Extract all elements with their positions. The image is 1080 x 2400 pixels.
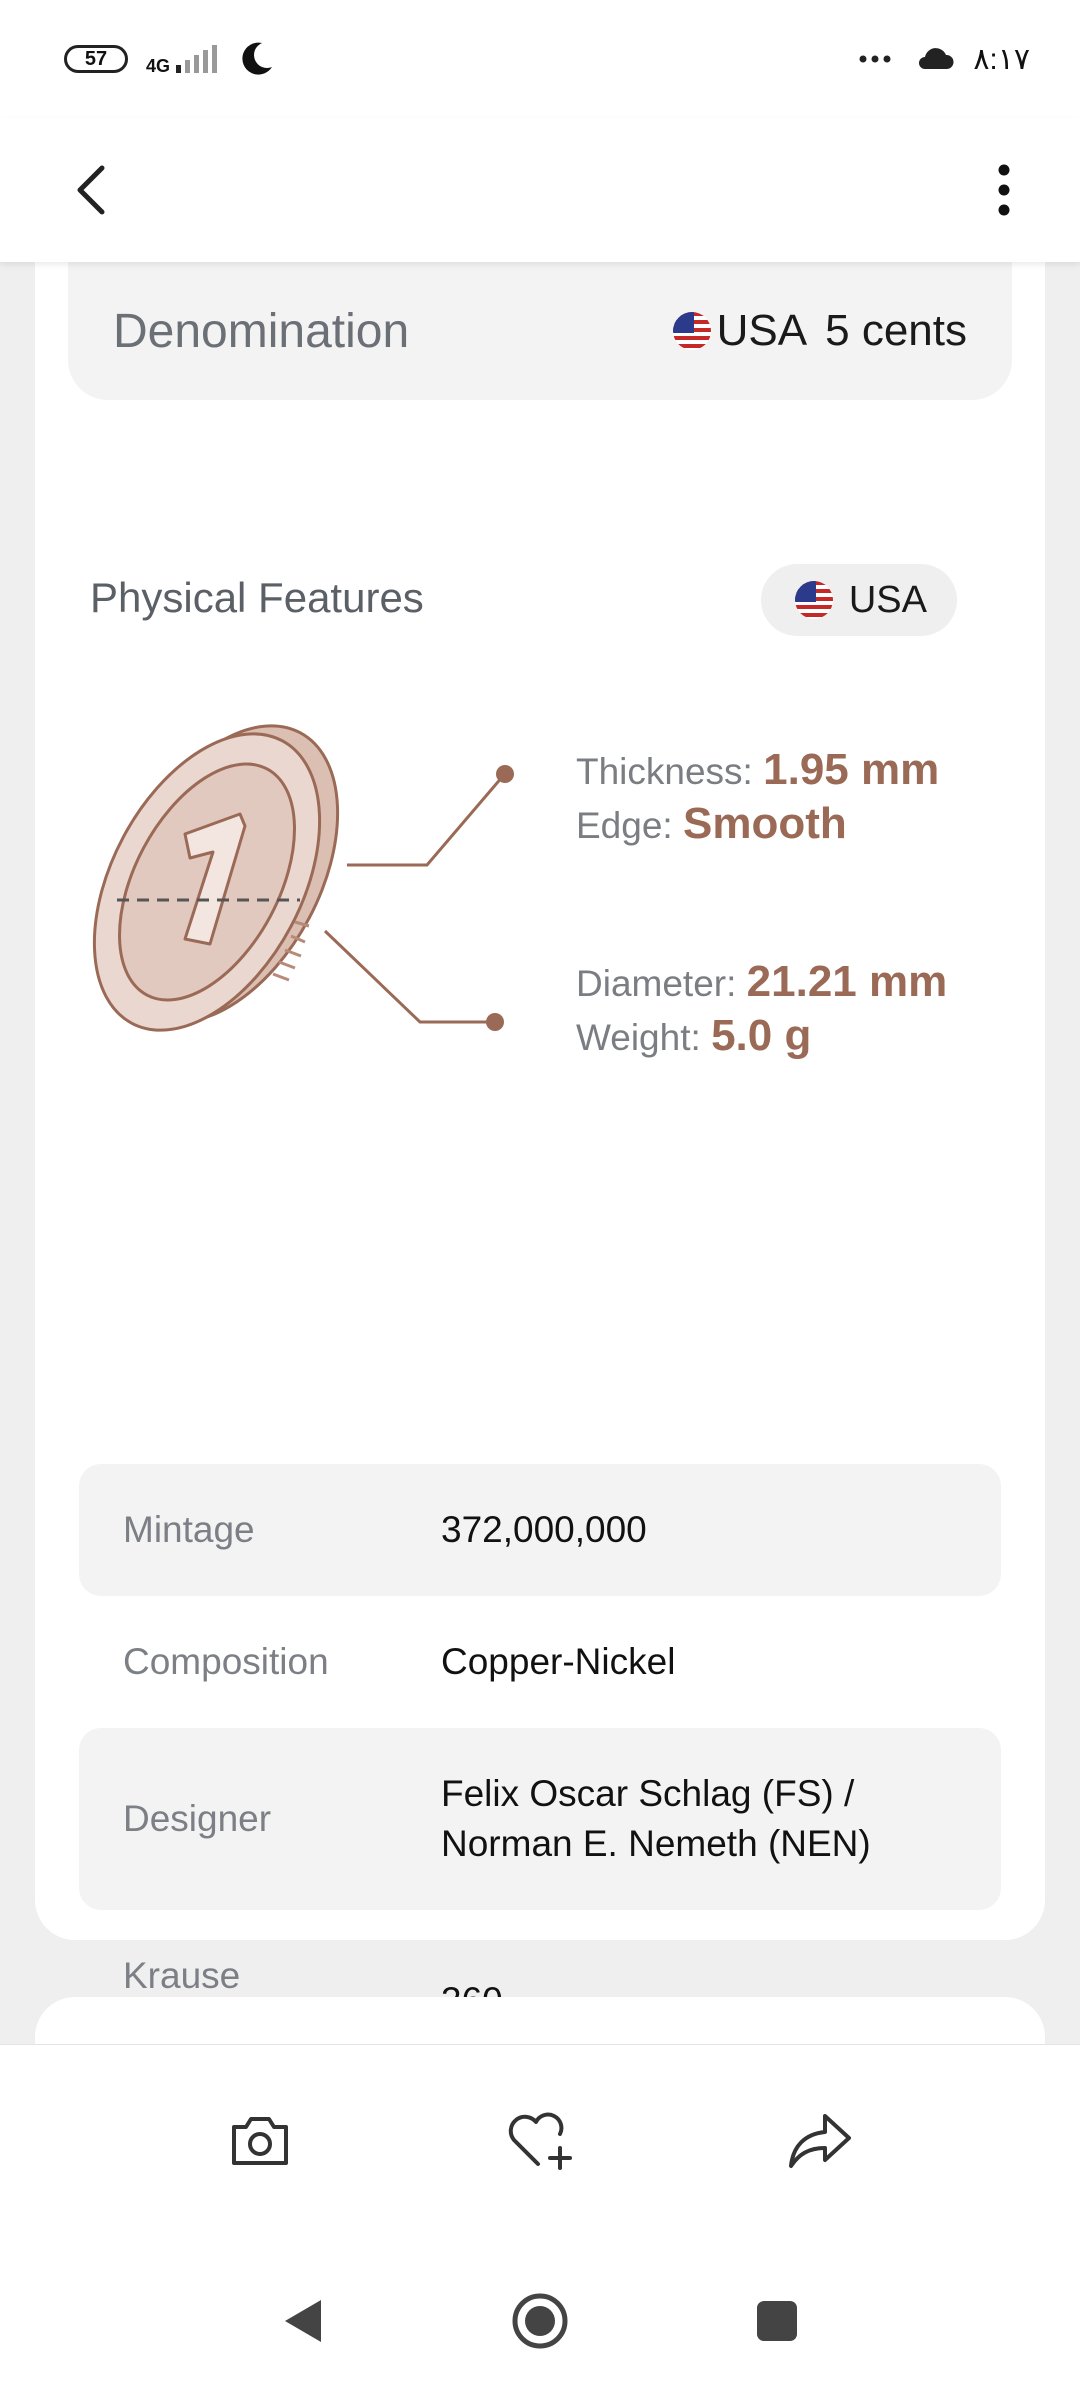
nav-back-button[interactable]	[268, 2286, 338, 2356]
designer-value-line1: Felix Oscar Schlag (FS) /	[441, 1773, 855, 1814]
camera-icon	[232, 2117, 288, 2165]
diameter-label: Diameter:	[576, 963, 737, 1004]
thickness-edge-specs: Thickness: 1.95 mm Edge: Smooth	[576, 744, 939, 852]
denomination-country: USA	[716, 306, 808, 355]
action-bar	[0, 2044, 1080, 2244]
signal-icon	[176, 45, 218, 73]
nav-recents-button[interactable]	[742, 2286, 812, 2356]
more-vert-icon	[998, 164, 1010, 216]
clock: ٨:١٧	[973, 42, 1030, 76]
nav-home-icon	[512, 2293, 568, 2349]
back-button[interactable]	[56, 154, 128, 226]
nav-home-button[interactable]	[505, 2286, 575, 2356]
usa-flag-icon	[672, 312, 711, 350]
mintage-value: 372,000,000	[441, 1509, 647, 1550]
app-bar	[0, 118, 1080, 262]
denomination-amount: 5 cents	[825, 306, 967, 355]
designer-value-line2: Norman E. Nemeth (NEN)	[441, 1823, 871, 1864]
physical-features-card: Physical Features USA Thickness: 1.95 mm…	[35, 524, 1045, 2044]
country-chip[interactable]: USA	[760, 564, 957, 636]
thickness-label: Thickness:	[576, 751, 753, 792]
denomination-label: Denomination	[113, 304, 410, 358]
denomination-row: Denomination USA 5 cents	[68, 262, 1012, 400]
back-arrow-icon	[77, 165, 105, 215]
heart-plus-icon	[508, 2112, 572, 2170]
battery-level: 57	[84, 47, 108, 70]
table-row: Mintage 372,000,000	[79, 1464, 1001, 1596]
moon-icon	[242, 42, 273, 75]
coin-diagram: Thickness: 1.95 mm Edge: Smooth Diameter…	[35, 674, 1045, 1094]
mintage-label: Mintage	[123, 1509, 255, 1550]
country-chip-label: USA	[848, 578, 927, 621]
diameter-value: 21.21 mm	[746, 957, 948, 1006]
edge-spec: Edge: Smooth	[576, 798, 939, 852]
screen: 57 4G ٨:١٧ Denomination USA 5 cents Phys…	[0, 0, 1080, 2400]
status-left: 57 4G	[64, 39, 276, 79]
diameter-weight-specs: Diameter: 21.21 mm Weight: 5.0 g	[576, 956, 947, 1064]
camera-button[interactable]	[220, 2105, 300, 2177]
usa-flag-icon	[794, 581, 833, 619]
designer-value: Felix Oscar Schlag (FS) / Norman E. Neme…	[441, 1769, 871, 1869]
section-title: Physical Features	[90, 574, 424, 621]
table-row: Designer Felix Oscar Schlag (FS) / Norma…	[79, 1728, 1001, 1910]
status-right: ٨:١٧	[857, 42, 1030, 77]
share-icon	[789, 2114, 851, 2168]
weight-value: 5.0 g	[711, 1011, 812, 1060]
table-row: Composition Copper-Nickel	[79, 1596, 1001, 1728]
share-button[interactable]	[780, 2105, 860, 2177]
system-nav-bar	[0, 2244, 1080, 2400]
composition-label: Composition	[123, 1641, 329, 1682]
status-bar: 57 4G ٨:١٧	[0, 0, 1080, 118]
thickness-value: 1.95 mm	[763, 745, 940, 794]
diameter-spec: Diameter: 21.21 mm	[576, 956, 947, 1010]
more-notifications-icon	[859, 55, 891, 63]
krause-label-line1: Krause	[123, 1955, 241, 1996]
composition-value: Copper-Nickel	[441, 1641, 676, 1682]
nav-recents-icon	[757, 2301, 797, 2341]
next-card	[35, 1997, 1045, 2044]
more-options-button[interactable]	[968, 154, 1040, 226]
battery-indicator: 57	[64, 45, 128, 73]
nav-back-icon	[285, 2300, 321, 2342]
thickness-spec: Thickness: 1.95 mm	[576, 744, 939, 798]
signal-group: 4G	[146, 43, 218, 75]
cloud-icon	[919, 48, 954, 69]
add-favorite-button[interactable]	[500, 2105, 580, 2177]
weight-spec: Weight: 5.0 g	[576, 1010, 947, 1064]
denomination-value: USA 5 cents	[672, 306, 967, 356]
content-scroll[interactable]: Denomination USA 5 cents Physical Featur…	[0, 262, 1080, 2044]
network-type: 4G	[146, 56, 171, 76]
weight-label: Weight:	[576, 1017, 701, 1058]
edge-value: Smooth	[682, 799, 847, 848]
designer-label: Designer	[123, 1798, 272, 1839]
edge-label: Edge:	[576, 805, 673, 846]
